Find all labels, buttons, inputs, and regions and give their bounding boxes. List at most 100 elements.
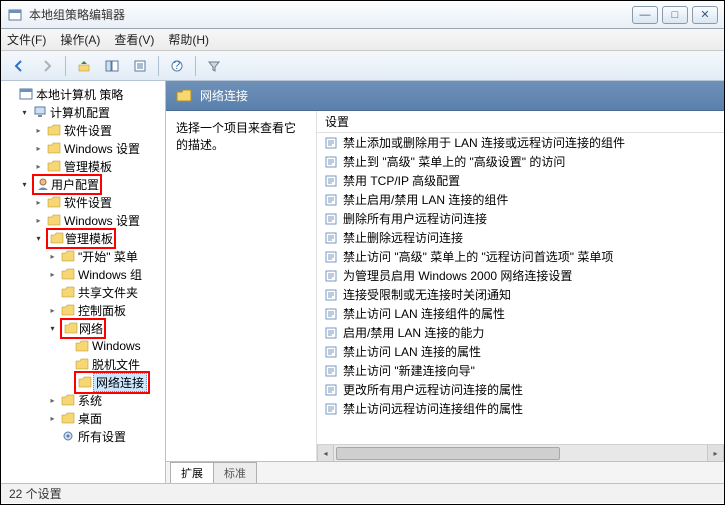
policy-item-icon: [323, 155, 339, 169]
setting-item[interactable]: 禁止访问 LAN 连接组件的属性: [317, 304, 724, 323]
highlight-box: 用户配置: [32, 174, 102, 195]
setting-label: 禁止访问 "新建连接向导": [343, 362, 475, 379]
expander-icon[interactable]: ▾: [47, 323, 58, 334]
expander-icon[interactable]: ▸: [47, 413, 58, 424]
tree-label: 计算机配置: [50, 104, 110, 121]
setting-item[interactable]: 启用/禁用 LAN 连接的能力: [317, 323, 724, 342]
folder-icon: [49, 231, 65, 245]
settings-list[interactable]: 禁止添加或删除用于 LAN 连接或远程访问连接的组件禁止到 "高级" 菜单上的 …: [317, 133, 724, 444]
close-button[interactable]: ✕: [692, 6, 718, 24]
folder-icon: [77, 375, 93, 389]
expander-icon[interactable]: ▸: [47, 251, 58, 262]
help-button[interactable]: ?: [165, 55, 189, 77]
tab-standard[interactable]: 标准: [213, 462, 257, 483]
expander-icon[interactable]: ▸: [33, 161, 44, 172]
expander-icon[interactable]: ▸: [33, 197, 44, 208]
setting-item[interactable]: 禁止访问远程访问连接组件的属性: [317, 399, 724, 418]
expander-icon[interactable]: [61, 341, 72, 352]
setting-item[interactable]: 禁止到 "高级" 菜单上的 "高级设置" 的访问: [317, 152, 724, 171]
tree-item[interactable]: ▸Windows 设置: [33, 211, 165, 229]
setting-item[interactable]: 禁止访问 "高级" 菜单上的 "远程访问首选项" 菜单项: [317, 247, 724, 266]
setting-label: 禁止访问 LAN 连接组件的属性: [343, 305, 505, 322]
menu-help[interactable]: 帮助(H): [168, 31, 209, 48]
setting-item[interactable]: 禁用 TCP/IP 高级配置: [317, 171, 724, 190]
folder-icon: [60, 303, 76, 317]
tree-user-config[interactable]: ▾ 用户配置: [19, 175, 165, 193]
tab-extended[interactable]: 扩展: [170, 462, 214, 483]
tree-pane[interactable]: 本地计算机 策略 ▾ 计算机配置 ▸ 软件设置 ▸Windows 设置 ▸管理模板…: [1, 81, 166, 483]
tree-item[interactable]: Windows: [61, 337, 165, 355]
setting-item[interactable]: 禁止添加或删除用于 LAN 连接或远程访问连接的组件: [317, 133, 724, 152]
back-button[interactable]: [7, 55, 31, 77]
setting-item[interactable]: 为管理员启用 Windows 2000 网络连接设置: [317, 266, 724, 285]
setting-item[interactable]: 连接受限制或无连接时关闭通知: [317, 285, 724, 304]
tree-item[interactable]: ▸ 软件设置: [33, 121, 165, 139]
setting-item[interactable]: 禁止删除远程访问连接: [317, 228, 724, 247]
tree-label: 软件设置: [64, 122, 112, 139]
tree-item[interactable]: ▸Windows 设置: [33, 139, 165, 157]
setting-item[interactable]: 禁止访问 "新建连接向导": [317, 361, 724, 380]
setting-item[interactable]: 删除所有用户远程访问连接: [317, 209, 724, 228]
expander-icon[interactable]: ▸: [47, 395, 58, 406]
expander-icon[interactable]: ▾: [19, 179, 30, 190]
tree-computer-config[interactable]: ▾ 计算机配置: [19, 103, 165, 121]
tree-label: 网络连接: [93, 373, 147, 392]
expander-icon[interactable]: ▾: [33, 233, 44, 244]
tree-network[interactable]: ▾ 网络: [47, 319, 165, 337]
settings-column: 设置 禁止添加或删除用于 LAN 连接或远程访问连接的组件禁止到 "高级" 菜单…: [316, 111, 724, 461]
expander-icon[interactable]: ▸: [33, 215, 44, 226]
setting-label: 禁止访问远程访问连接组件的属性: [343, 400, 523, 417]
forward-button[interactable]: [35, 55, 59, 77]
menu-file[interactable]: 文件(F): [7, 31, 46, 48]
tree-item[interactable]: ▸系统: [47, 391, 165, 409]
tree-item[interactable]: ▸Windows 组: [47, 265, 165, 283]
expander-icon[interactable]: [61, 377, 72, 388]
tree-network-connections[interactable]: 网络连接: [61, 373, 165, 391]
tree-item[interactable]: 所有设置: [47, 427, 165, 445]
tree-item[interactable]: ▸桌面: [47, 409, 165, 427]
menubar: 文件(F) 操作(A) 查看(V) 帮助(H): [1, 29, 724, 51]
setting-item[interactable]: 禁止启用/禁用 LAN 连接的组件: [317, 190, 724, 209]
expander-icon[interactable]: [61, 359, 72, 370]
tree-admin-templates[interactable]: ▾ 管理模板: [33, 229, 165, 247]
statusbar: 22 个设置: [1, 483, 724, 503]
tree-label: 网络: [79, 320, 103, 337]
setting-label: 禁止到 "高级" 菜单上的 "高级设置" 的访问: [343, 153, 565, 170]
tree-item[interactable]: ▸管理模板: [33, 157, 165, 175]
expander-icon[interactable]: ▸: [33, 125, 44, 136]
minimize-button[interactable]: —: [632, 6, 658, 24]
tree-item[interactable]: ▸控制面板: [47, 301, 165, 319]
setting-item[interactable]: 禁止访问 LAN 连接的属性: [317, 342, 724, 361]
tree-item[interactable]: ▸软件设置: [33, 193, 165, 211]
status-text: 22 个设置: [9, 485, 62, 502]
properties-button[interactable]: [128, 55, 152, 77]
content-header: 网络连接: [166, 81, 724, 111]
setting-item[interactable]: 更改所有用户远程访问连接的属性: [317, 380, 724, 399]
policy-item-icon: [323, 383, 339, 397]
horizontal-scrollbar[interactable]: ◂ ▸: [317, 444, 724, 461]
expander-icon[interactable]: ▸: [33, 143, 44, 154]
maximize-button[interactable]: □: [662, 6, 688, 24]
expander-icon[interactable]: ▾: [19, 107, 30, 118]
expander-icon[interactable]: ▸: [47, 305, 58, 316]
setting-label: 禁止访问 "高级" 菜单上的 "远程访问首选项" 菜单项: [343, 248, 613, 265]
scroll-thumb[interactable]: [336, 447, 560, 460]
expander-icon[interactable]: ▸: [47, 269, 58, 280]
expander-icon[interactable]: [47, 431, 58, 442]
up-button[interactable]: [72, 55, 96, 77]
scroll-right-arrow[interactable]: ▸: [707, 445, 724, 461]
tree-item[interactable]: 共享文件夹: [47, 283, 165, 301]
scroll-track[interactable]: [334, 445, 707, 461]
tree-item[interactable]: ▸"开始" 菜单: [47, 247, 165, 265]
filter-button[interactable]: [202, 55, 226, 77]
scroll-left-arrow[interactable]: ◂: [317, 445, 334, 461]
folder-icon: [74, 357, 90, 371]
menu-view[interactable]: 查看(V): [114, 31, 154, 48]
expander-icon[interactable]: [47, 287, 58, 298]
menu-action[interactable]: 操作(A): [60, 31, 100, 48]
expander-icon[interactable]: [5, 89, 16, 100]
settings-header[interactable]: 设置: [317, 111, 724, 133]
tree-root[interactable]: 本地计算机 策略: [5, 85, 165, 103]
setting-label: 禁止删除远程访问连接: [343, 229, 463, 246]
show-hide-tree-button[interactable]: [100, 55, 124, 77]
